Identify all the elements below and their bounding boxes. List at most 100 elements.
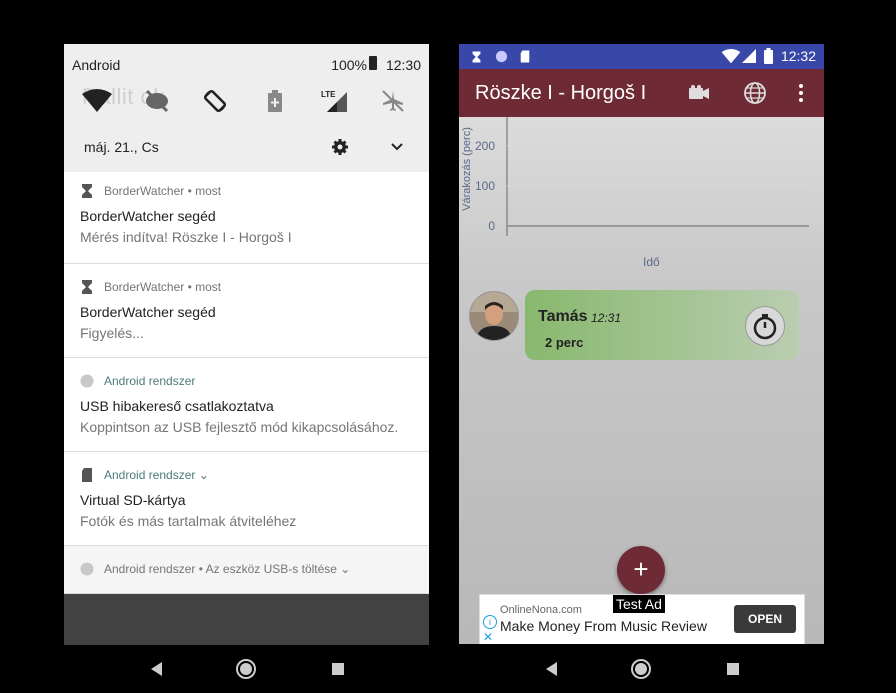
left-navigation-bar: [64, 645, 429, 693]
status-time: 12:32: [780, 48, 816, 64]
home-button[interactable]: [629, 657, 653, 681]
notification-body: Fotók és más tartalmak átviteléhez: [80, 513, 297, 529]
notification-app: BorderWatcher: [104, 184, 185, 198]
globe-icon: [744, 82, 766, 104]
stopwatch-icon: [753, 314, 777, 340]
chart-y-tick-label: 100: [475, 179, 495, 193]
quick-settings: Android 100% 12:30 Rallit ok LTE máj. 21…: [64, 44, 429, 172]
notification-title: Virtual SD-kártya: [80, 492, 186, 508]
ad-info-icon[interactable]: i: [483, 615, 497, 629]
ad-source: OnlineNona.com: [500, 604, 582, 616]
back-icon: [546, 662, 557, 676]
wifi-icon: [721, 49, 741, 64]
notification-sd-card[interactable]: Android rendszer ⌄ Virtual SD-kártya Fot…: [64, 452, 429, 546]
chart-y-tick-label: 200: [475, 139, 495, 153]
wait-time-chart: 0 100 200 Várakozás (perc): [459, 117, 824, 277]
home-icon: [631, 659, 651, 679]
notification-summary: Android rendszer • Az eszköz USB-s tölté…: [104, 562, 351, 576]
notification-shade: Android 100% 12:30 Rallit ok LTE máj. 21…: [64, 44, 429, 693]
globe-button[interactable]: [743, 81, 767, 105]
battery-saver-tile[interactable]: [258, 86, 292, 116]
expand-chevron[interactable]: ⌄: [199, 468, 209, 482]
notification-body: Mérés indítva! Röszke I - Horgoš I: [80, 229, 292, 245]
sd-card-icon: [520, 50, 530, 63]
chevron-down-icon: [391, 143, 403, 151]
notification-header: Android rendszer • Az eszköz USB-s tölté…: [80, 562, 350, 576]
recents-icon: [332, 663, 344, 675]
notification-header: BorderWatcher • most: [80, 280, 221, 294]
ad-headline: Make Money From Music Review: [500, 618, 707, 634]
back-icon: [151, 662, 162, 676]
date-row: máj. 21., Cs: [64, 126, 429, 170]
overflow-menu-button[interactable]: [789, 81, 813, 105]
user-photo: [470, 292, 518, 340]
avatar[interactable]: [469, 291, 519, 341]
eye-off-icon: [145, 89, 169, 113]
chart-ylabel: Várakozás (perc): [461, 127, 473, 211]
status-bar: 12:32: [459, 44, 824, 69]
plus-icon: +: [633, 554, 649, 584]
mobile-data-tile[interactable]: LTE: [318, 86, 352, 116]
hourglass-icon: [472, 51, 481, 63]
app-bar: Röszke I - Horgoš I: [459, 69, 824, 117]
battery-icon: [369, 56, 377, 70]
android-system-icon: [80, 374, 94, 388]
notification-title: USB hibakereső csatlakoztatva: [80, 398, 274, 414]
notification-header: Android rendszer: [80, 374, 195, 388]
settings-button[interactable]: [329, 136, 351, 158]
signal-icon: [742, 49, 756, 63]
bluetooth-tile[interactable]: [140, 86, 174, 116]
battery-plus-icon: [268, 90, 282, 112]
autorotate-tile[interactable]: [198, 86, 232, 116]
back-button[interactable]: [539, 657, 563, 681]
notification-when: • most: [187, 184, 222, 198]
wifi-tile[interactable]: [80, 86, 114, 116]
android-system-icon: [495, 50, 508, 63]
message-author: Tamás: [538, 308, 588, 325]
stopwatch-button[interactable]: [745, 306, 785, 346]
rotate-icon: [203, 89, 227, 113]
sd-card-icon: [82, 468, 92, 482]
airplane-off-icon: [382, 90, 404, 112]
recents-button[interactable]: [326, 657, 350, 681]
lte-signal-icon: LTE: [321, 90, 347, 112]
status-time: 12:30: [385, 57, 421, 73]
home-button[interactable]: [234, 657, 258, 681]
page-title: Röszke I - Horgoš I: [475, 82, 647, 104]
date-label: máj. 21., Cs: [84, 139, 159, 155]
hourglass-icon: [82, 280, 92, 294]
airplane-tile[interactable]: [376, 86, 410, 116]
video-camera-icon: [689, 85, 709, 99]
more-vert-icon: [799, 84, 803, 102]
home-icon: [236, 659, 256, 679]
recents-button[interactable]: [721, 657, 745, 681]
chart-y-tick-label: 0: [488, 219, 495, 233]
battery-icon: [764, 48, 773, 64]
message-time: 12:31: [591, 311, 622, 325]
add-button[interactable]: +: [617, 546, 665, 594]
hourglass-icon: [82, 184, 92, 198]
right-navigation-bar: [459, 645, 824, 693]
chart-xlabel: Idő: [643, 255, 660, 269]
notification-header: Android rendszer ⌄: [80, 468, 209, 482]
notification-body: Figyelés...: [80, 325, 144, 341]
notification-body: Koppintson az USB fejlesztő mód kikapcso…: [80, 419, 399, 435]
back-button[interactable]: [144, 657, 168, 681]
notification-title: BorderWatcher segéd: [80, 304, 216, 320]
notification-app: BorderWatcher: [104, 280, 185, 294]
notification-app: Android rendszer: [104, 374, 196, 388]
expand-button[interactable]: [386, 136, 408, 158]
android-system-icon: [80, 562, 94, 576]
chart-canvas: 0 100 200Várakozás (perc): [461, 117, 809, 236]
notification-header: BorderWatcher • most: [80, 184, 221, 198]
ad-close-icon[interactable]: ✕: [483, 630, 493, 644]
notification-usb-charging[interactable]: Android rendszer • Az eszköz USB-s tölté…: [64, 546, 429, 594]
camera-button[interactable]: [687, 81, 711, 105]
ad-open-button[interactable]: OPEN: [734, 605, 796, 633]
svg-text:LTE: LTE: [321, 90, 336, 99]
notification-usb-debug[interactable]: Android rendszer USB hibakereső csatlako…: [64, 358, 429, 452]
notification-borderwatcher-1[interactable]: BorderWatcher • most BorderWatcher segéd…: [64, 172, 429, 264]
app-screen: 12:32 Röszke I - Horgoš I 0 100 200 Várakoz…: [459, 44, 824, 644]
notification-borderwatcher-2[interactable]: BorderWatcher • most BorderWatcher segéd…: [64, 264, 429, 358]
battery-percent: 100%: [331, 57, 367, 73]
